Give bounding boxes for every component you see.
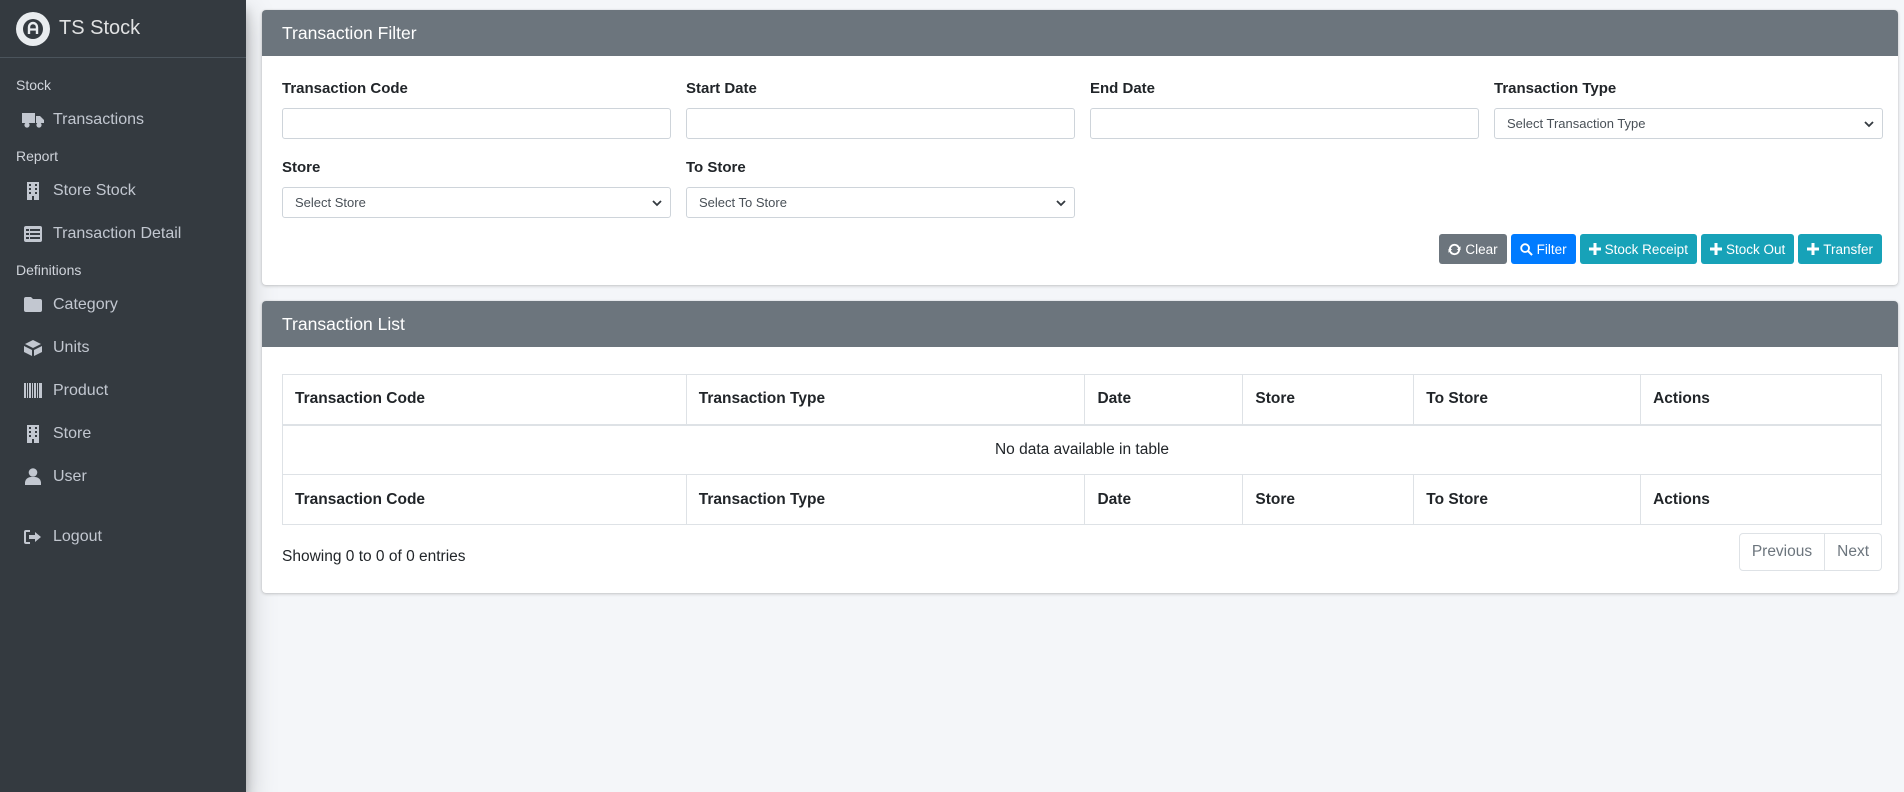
table-info: Showing 0 to 0 of 0 entries [282, 548, 466, 565]
to-store-label: To Store [686, 159, 746, 176]
user-icon [22, 467, 44, 487]
sidebar-item-units[interactable]: Units [0, 326, 246, 369]
store-select[interactable]: Select Store [282, 187, 671, 218]
previous-page-button[interactable]: Previous [1738, 533, 1826, 571]
app-logo-icon [16, 11, 50, 46]
empty-table-message: No data available in table [282, 424, 1882, 475]
table-footer-row: Transaction Code Transaction Type Date S… [282, 474, 1882, 525]
filter-button[interactable]: Filter [1510, 234, 1576, 264]
sign-out-icon [22, 527, 44, 547]
clear-button-label: Clear [1465, 241, 1498, 257]
nav-header-stock: Stock [16, 77, 52, 93]
sidebar-item-user[interactable]: User [0, 455, 246, 498]
column-header-transaction-code[interactable]: Transaction Code [282, 374, 687, 426]
nav-header-definitions: Definitions [16, 262, 82, 278]
brand[interactable]: TS Stock [0, 0, 246, 58]
sidebar-item-logout[interactable]: Logout [0, 515, 246, 558]
sidebar-item-transactions[interactable]: Transactions [0, 98, 246, 141]
sidebar-item-label: Units [53, 338, 90, 356]
transaction-code-input[interactable] [282, 108, 671, 139]
start-date-input[interactable] [686, 108, 1075, 139]
transfer-button-label: Transfer [1823, 241, 1873, 257]
table-row: No data available in table [282, 424, 1882, 475]
stock-out-button[interactable]: Stock Out [1700, 234, 1795, 264]
sidebar-item-label: Transactions [53, 110, 144, 128]
sidebar-item-label: Category [53, 295, 118, 313]
sidebar-item-label: User [53, 467, 87, 485]
column-footer-actions: Actions [1640, 474, 1882, 525]
list-icon [22, 224, 44, 244]
building-icon [22, 181, 44, 201]
column-header-to-store[interactable]: To Store [1413, 374, 1642, 426]
sidebar-item-label: Product [53, 381, 109, 399]
sidebar-item-label: Transaction Detail [53, 224, 182, 242]
end-date-input[interactable] [1090, 108, 1479, 139]
stock-out-button-label: Stock Out [1725, 241, 1786, 257]
search-icon [1519, 242, 1533, 256]
column-footer-date: Date [1084, 474, 1244, 525]
clear-button[interactable]: Clear [1439, 234, 1507, 264]
boxes-icon [22, 338, 44, 358]
plus-icon [1709, 243, 1722, 255]
stock-receipt-button-label: Stock Receipt [1604, 241, 1688, 257]
column-footer-transaction-type: Transaction Type [685, 474, 1086, 525]
sidebar-item-store[interactable]: Store [0, 412, 246, 455]
barcode-icon [22, 381, 44, 401]
sidebar-item-label: Store [53, 424, 92, 442]
folder-icon [22, 295, 44, 315]
column-footer-transaction-code: Transaction Code [282, 474, 687, 525]
main-content: Transaction Filter Transaction Code Star… [246, 0, 1904, 792]
chevron-down-icon [1864, 120, 1874, 127]
store-label: Store [282, 159, 321, 176]
column-header-store[interactable]: Store [1242, 374, 1415, 426]
store-selected: Select Store [295, 195, 366, 210]
start-date-label: Start Date [686, 80, 757, 97]
transaction-type-label: Transaction Type [1494, 80, 1617, 97]
pagination: Previous Next [1738, 533, 1882, 571]
sidebar-item-product[interactable]: Product [0, 369, 246, 412]
refresh-icon [1448, 243, 1461, 255]
transaction-table: Transaction Code Transaction Type Date S… [282, 374, 1882, 525]
transaction-filter-card: Transaction Filter Transaction Code Star… [262, 10, 1898, 285]
sidebar-item-category[interactable]: Category [0, 283, 246, 326]
list-card-title: Transaction List [262, 301, 1898, 347]
plus-icon [1588, 243, 1601, 255]
chevron-down-icon [1056, 199, 1066, 206]
transaction-type-select[interactable]: Select Transaction Type [1494, 108, 1883, 139]
transaction-code-label: Transaction Code [282, 80, 408, 97]
filter-card-title: Transaction Filter [262, 10, 1898, 56]
sidebar-item-transaction-detail[interactable]: Transaction Detail [0, 212, 246, 255]
sidebar-item-label: Store Stock [53, 181, 136, 199]
table-header-row: Transaction Code Transaction Type Date S… [282, 374, 1882, 426]
transfer-button[interactable]: Transfer [1798, 234, 1882, 264]
column-footer-to-store: To Store [1413, 474, 1642, 525]
end-date-label: End Date [1090, 80, 1156, 97]
chevron-down-icon [652, 199, 662, 206]
sidebar-item-store-stock[interactable]: Store Stock [0, 169, 246, 212]
plus-icon [1807, 243, 1820, 255]
brand-title: TS Stock [59, 17, 141, 39]
nav-header-report: Report [16, 148, 59, 164]
column-footer-store: Store [1242, 474, 1415, 525]
building-icon [22, 424, 44, 444]
truck-icon [22, 110, 44, 130]
stock-receipt-button[interactable]: Stock Receipt [1579, 234, 1697, 264]
transaction-type-selected: Select Transaction Type [1507, 116, 1646, 131]
filter-actions: Clear Filter Stock Receipt Stock Out Tra… [1439, 234, 1882, 264]
sidebar: TS Stock Stock Transactions Report Store… [0, 0, 246, 792]
to-store-selected: Select To Store [699, 195, 787, 210]
to-store-select[interactable]: Select To Store [686, 187, 1075, 218]
column-header-date[interactable]: Date [1084, 374, 1244, 426]
app-root: TS Stock Stock Transactions Report Store… [0, 0, 1904, 792]
filter-button-label: Filter [1536, 241, 1567, 257]
next-page-button[interactable]: Next [1825, 533, 1882, 571]
column-header-actions[interactable]: Actions [1640, 374, 1882, 426]
column-header-transaction-type[interactable]: Transaction Type [685, 374, 1086, 426]
sidebar-item-label: Logout [53, 527, 102, 545]
